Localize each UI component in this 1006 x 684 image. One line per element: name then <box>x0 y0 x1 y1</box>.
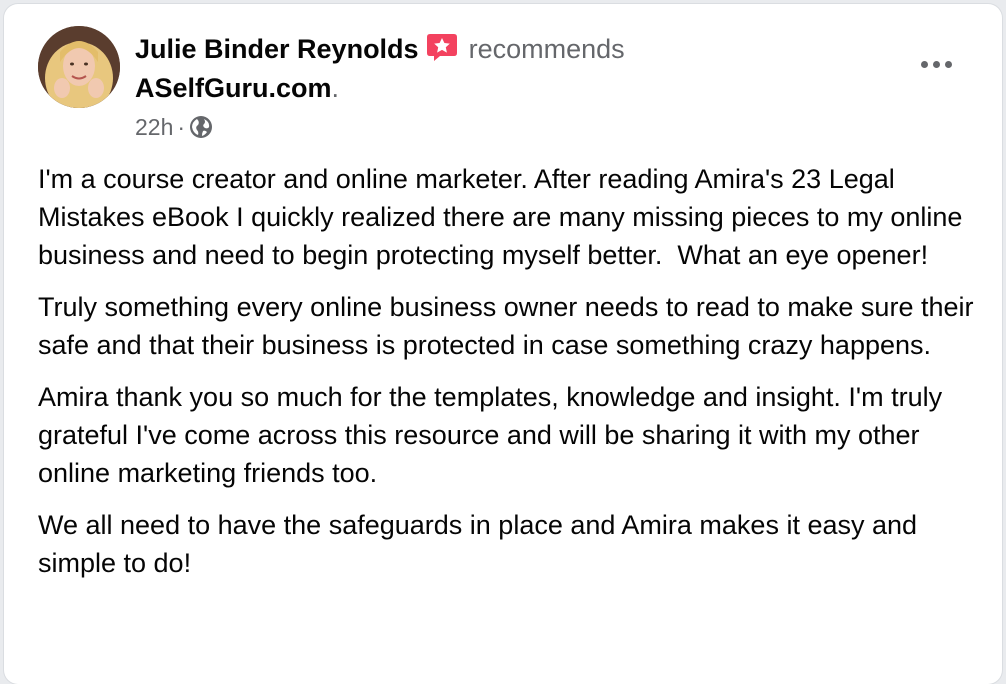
post-meta: 22h · <box>135 112 213 142</box>
avatar-image <box>38 26 120 108</box>
post-paragraph: Truly something every online business ow… <box>38 292 981 360</box>
recommended-page: ASelfGuru.com. <box>135 72 339 104</box>
recommend-star-icon <box>425 32 459 69</box>
post-paragraph: Amira thank you so much for the template… <box>38 382 950 488</box>
more-options-icon <box>920 60 928 68</box>
page-suffix: . <box>331 73 340 103</box>
author-name[interactable]: Julie Binder Reynolds <box>135 34 419 64</box>
post-header: Julie Binder Reynolds recommends <box>135 32 625 69</box>
recommends-label: recommends <box>468 34 625 64</box>
recommendation-post-card: Julie Binder Reynolds recommends ASelfGu… <box>4 4 1002 684</box>
post-paragraph: We all need to have the safeguards in pl… <box>38 510 925 578</box>
post-timestamp[interactable]: 22h <box>135 112 173 142</box>
avatar[interactable] <box>38 26 120 108</box>
post-body: I'm a course creator and online marketer… <box>38 160 988 596</box>
post-paragraph: I'm a course creator and online marketer… <box>38 164 970 270</box>
more-options-button[interactable] <box>908 44 964 84</box>
globe-icon[interactable] <box>189 115 213 139</box>
page-link[interactable]: ASelfGuru.com <box>135 73 332 103</box>
meta-separator: · <box>177 114 186 140</box>
